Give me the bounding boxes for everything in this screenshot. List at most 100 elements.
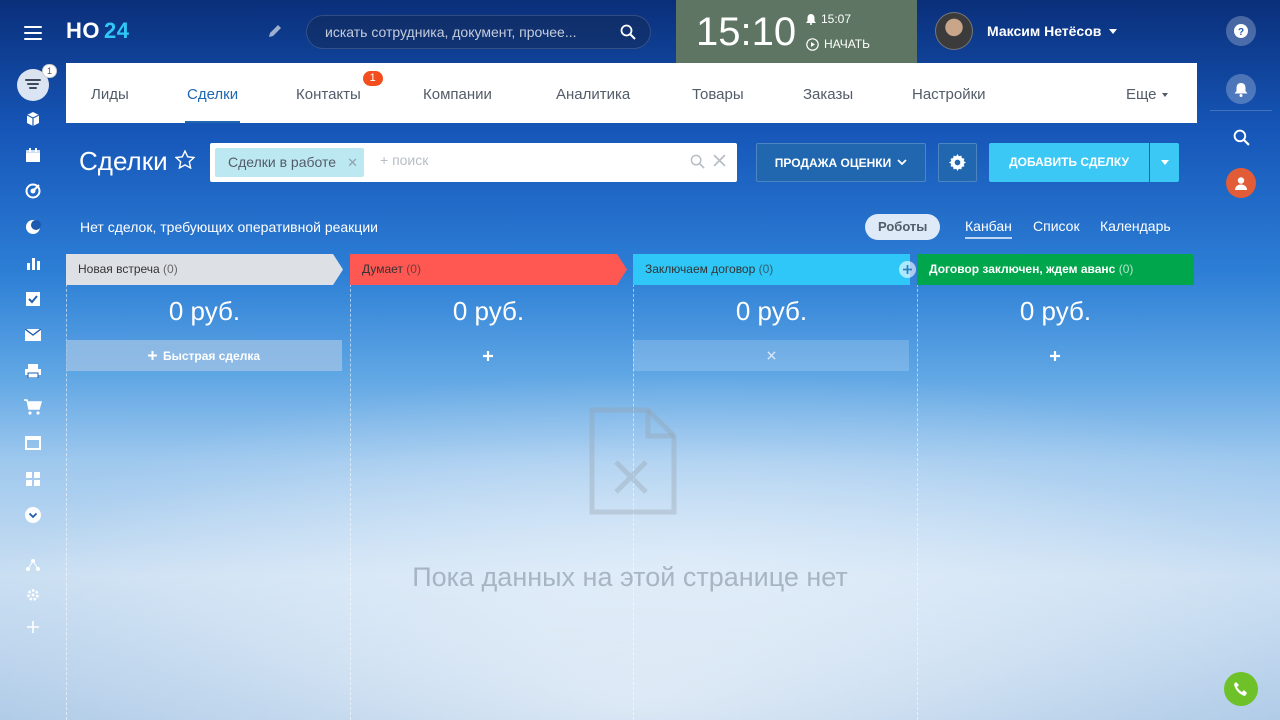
pipeline-select-button[interactable]: ПРОДАЖА ОЦЕНКИ (756, 143, 926, 182)
search-icon[interactable] (1226, 122, 1256, 152)
column-header[interactable]: Договор заключен, ждем аванс (0) (917, 254, 1194, 285)
column-sum: 0 руб. (735, 296, 808, 326)
tab-leads[interactable]: Лиды (91, 63, 129, 123)
chart-icon[interactable] (21, 251, 45, 275)
column-title: Думает (362, 262, 403, 276)
tab-settings[interactable]: Настройки (912, 63, 986, 123)
tab-orders[interactable]: Заказы (803, 63, 853, 123)
gear-icon (949, 154, 966, 171)
plus-icon[interactable] (21, 615, 45, 639)
view-kanban[interactable]: Канбан (965, 218, 1012, 239)
moon-icon[interactable] (21, 215, 45, 239)
pencil-icon[interactable] (268, 24, 282, 43)
mail-icon[interactable] (21, 323, 45, 347)
caret-down-icon (1161, 93, 1168, 98)
divider (1210, 110, 1272, 111)
star-icon[interactable] (174, 149, 196, 174)
robots-button[interactable]: Роботы (865, 214, 941, 240)
contacts-badge: 1 (362, 71, 383, 86)
add-stage-icon[interactable] (899, 261, 916, 278)
right-sidebar: ? (1210, 0, 1280, 720)
search-input[interactable] (325, 24, 615, 40)
chevron-down-icon[interactable] (21, 503, 45, 527)
avatar[interactable] (935, 12, 973, 50)
crm-tabs: Лиды Сделки Контакты 1 Компании Аналитик… (66, 63, 1197, 123)
tab-companies[interactable]: Компании (423, 63, 492, 123)
add-deal-in-column-button[interactable] (917, 340, 1193, 371)
filter-chip[interactable]: Сделки в работе ✕ (215, 148, 365, 177)
search-icon[interactable] (690, 154, 705, 174)
tab-deals[interactable]: Сделки (184, 63, 241, 123)
column-sum: 0 руб. (1019, 296, 1092, 326)
column-header[interactable]: Заключаем договор (0) (633, 254, 910, 285)
empty-document-icon (588, 406, 678, 521)
column-header[interactable]: Думает (0) (350, 254, 627, 285)
alarm-time: 15:07 (821, 12, 852, 26)
add-deal-menu-button[interactable] (1150, 143, 1179, 182)
empty-state-text: Пока данных на этой странице нет (412, 562, 848, 592)
menu-icon[interactable] (24, 26, 42, 40)
settings-button[interactable] (938, 143, 977, 182)
caret-down-icon (1109, 28, 1118, 34)
contact-center-icon[interactable] (1226, 168, 1256, 198)
user-name: Максим Нетёсов (987, 23, 1102, 39)
feed-badge: 1 (41, 64, 57, 78)
chip-remove-icon[interactable]: ✕ (347, 148, 358, 177)
column-count: (0) (1118, 262, 1134, 276)
logo-number: 24 (104, 18, 130, 43)
user-menu[interactable]: Максим Нетёсов (935, 12, 1118, 50)
target-icon[interactable] (21, 179, 45, 203)
help-icon[interactable]: ? (1226, 16, 1256, 46)
phone-icon[interactable] (1224, 672, 1258, 706)
column-sum: 0 руб. (452, 296, 525, 326)
clock-time: 15:10 (696, 10, 797, 54)
kanban-column-contract-signed: Договор заключен, ждем аванс (0) 0 руб. (917, 254, 1194, 720)
filter-chip-label: Сделки в работе (228, 154, 337, 170)
checkbox-icon[interactable] (21, 287, 45, 311)
tab-analytics[interactable]: Аналитика (556, 63, 630, 123)
pipeline-label: ПРОДАЖА ОЦЕНКИ (774, 155, 892, 170)
kanban-column-thinking: Думает (0) 0 руб. (350, 254, 627, 720)
play-icon (806, 37, 819, 51)
feed-icon[interactable]: 1 (17, 64, 57, 101)
logo-main: НО (66, 18, 100, 43)
worktime-widget[interactable]: 15:10 15:07 НАЧАТЬ (676, 0, 917, 63)
quick-deal-button[interactable]: Быстрая сделка (66, 340, 342, 371)
clear-icon[interactable] (713, 154, 726, 172)
add-deal-in-column-button[interactable] (350, 340, 626, 371)
calendar-icon[interactable] (21, 143, 45, 167)
printer-icon[interactable] (21, 359, 45, 383)
window-icon[interactable] (21, 431, 45, 455)
view-calendar[interactable]: Календарь (1100, 218, 1171, 234)
notice-text: Нет сделок, требующих оперативной реакци… (80, 219, 378, 235)
logo[interactable]: НО 24 (66, 18, 129, 44)
column-title: Договор заключен, ждем аванс (929, 262, 1116, 276)
apps-icon[interactable] (21, 467, 45, 491)
column-header[interactable]: Новая встреча (0) (66, 254, 343, 285)
alarm: 15:07 (806, 12, 851, 26)
global-search (306, 15, 651, 49)
notifications-icon[interactable] (1226, 74, 1256, 104)
quick-deal-label: Быстрая сделка (162, 348, 261, 363)
page-title: Сделки (79, 146, 168, 176)
tab-products[interactable]: Товары (692, 63, 744, 123)
add-deal-button[interactable]: ДОБАВИТЬ СДЕЛКУ (989, 143, 1149, 182)
cart-icon[interactable] (21, 395, 45, 419)
column-count: (0) (758, 262, 774, 276)
box-icon[interactable] (21, 107, 45, 131)
column-title: Заключаем договор (645, 262, 756, 276)
left-sidebar: 1 (0, 0, 66, 720)
start-button[interactable]: НАЧАТЬ (806, 37, 870, 51)
column-count: (0) (406, 262, 421, 276)
chevron-down-icon (897, 159, 907, 166)
bell-icon (806, 13, 816, 25)
add-deal-in-column-button[interactable] (633, 340, 909, 371)
tab-contacts[interactable]: Контакты 1 (296, 63, 383, 123)
close-icon (766, 351, 776, 360)
view-list[interactable]: Список (1033, 218, 1080, 234)
column-sum: 0 руб. (168, 296, 241, 326)
column-count: (0) (163, 262, 178, 276)
search-icon[interactable] (620, 24, 636, 45)
tab-more[interactable]: Еще (1126, 63, 1168, 123)
filter-input[interactable] (380, 152, 680, 168)
